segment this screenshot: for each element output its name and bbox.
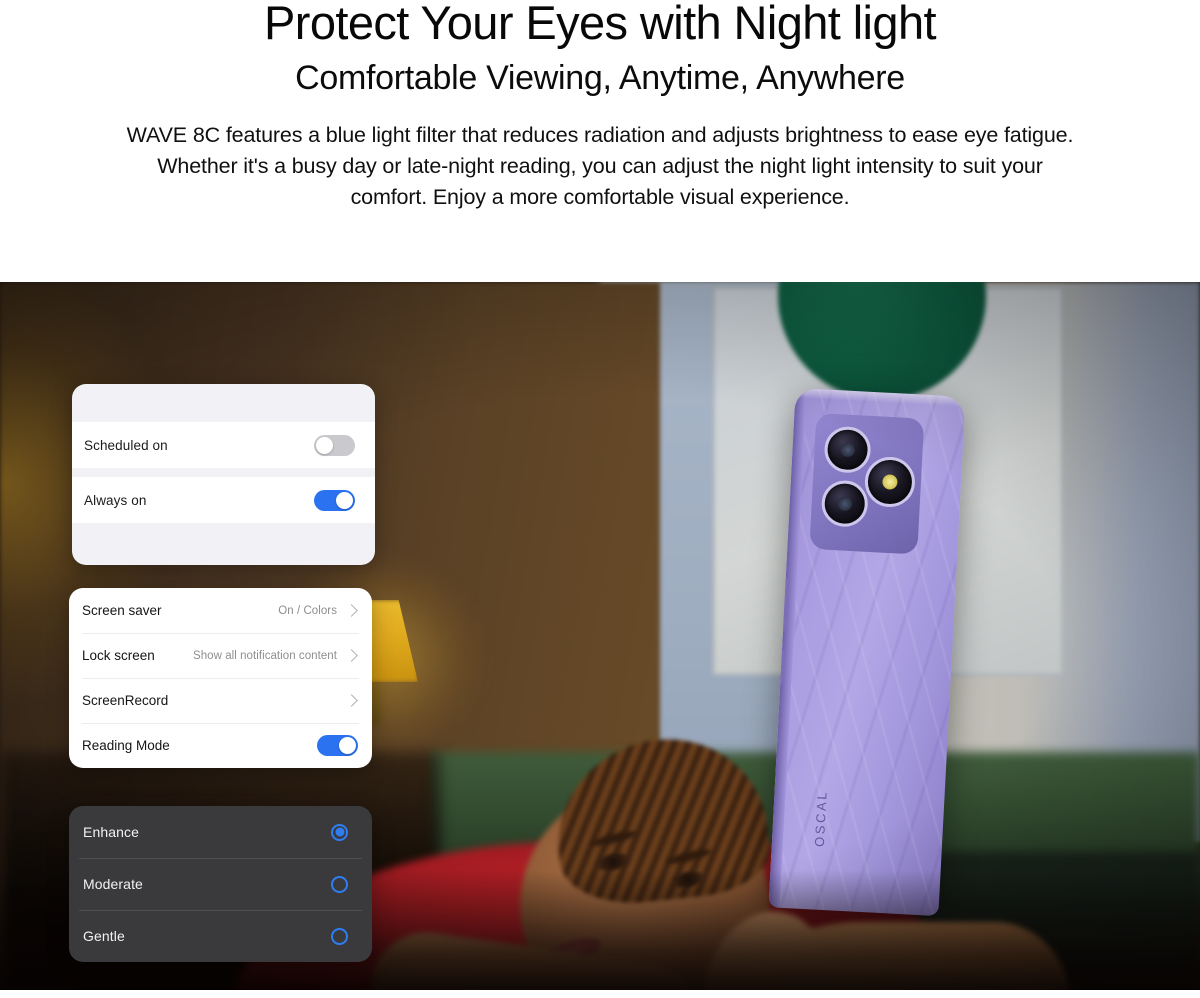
- label-reading-mode: Reading Mode: [82, 738, 170, 753]
- camera-flash-icon: [882, 474, 898, 490]
- toggle-knob: [336, 491, 353, 509]
- label-lock-screen: Lock screen: [82, 648, 155, 663]
- radio-moderate[interactable]: [331, 875, 348, 893]
- row-reading-mode[interactable]: Reading Mode: [69, 723, 372, 768]
- chevron-right-icon[interactable]: [345, 694, 358, 707]
- phone-device: OSCAL: [768, 387, 966, 917]
- phone-brand-label: OSCAL: [811, 789, 830, 848]
- row-screen-record[interactable]: ScreenRecord: [69, 678, 372, 723]
- card-row-gap: [72, 468, 375, 477]
- label-moderate: Moderate: [83, 876, 143, 892]
- toggle-knob: [316, 436, 333, 454]
- night-light-intensity-card: Enhance Moderate Gentle: [69, 806, 372, 962]
- page-subtitle: Comfortable Viewing, Anytime, Anywhere: [295, 59, 905, 97]
- row-screen-saver[interactable]: Screen saver On / Colors: [69, 588, 372, 633]
- page-root: Protect Your Eyes with Night light Comfo…: [0, 0, 1200, 998]
- page-title: Protect Your Eyes with Night light: [264, 0, 937, 49]
- night-light-toggle-card: Scheduled on Always on: [72, 384, 375, 565]
- chevron-right-icon[interactable]: [345, 649, 358, 662]
- lens-inner-1: [840, 442, 855, 457]
- display-settings-card: Screen saver On / Colors Lock screen Sho…: [69, 588, 372, 768]
- radio-gentle[interactable]: [331, 927, 348, 945]
- toggle-scheduled-on[interactable]: [314, 434, 355, 456]
- row-enhance[interactable]: Enhance: [69, 806, 372, 858]
- toggle-always-on[interactable]: [314, 489, 355, 511]
- label-screen-record: ScreenRecord: [82, 693, 169, 708]
- bottom-white-strip: [0, 990, 1200, 998]
- chevron-right-icon[interactable]: [345, 604, 358, 617]
- radio-enhance[interactable]: [331, 823, 348, 841]
- camera-lens-flash-ring-icon: [863, 455, 917, 509]
- toggle-reading-mode[interactable]: [317, 735, 358, 756]
- row-moderate[interactable]: Moderate: [69, 858, 372, 910]
- camera-lens-secondary-icon: [820, 479, 869, 528]
- row-gentle[interactable]: Gentle: [69, 910, 372, 962]
- value-lock-screen: Show all notification content: [192, 649, 337, 662]
- card-bottom-padding: [72, 523, 375, 565]
- header-text-block: Protect Your Eyes with Night light Comfo…: [0, 0, 1200, 282]
- label-scheduled-on: Scheduled on: [84, 437, 168, 453]
- row-scheduled-on[interactable]: Scheduled on: [72, 422, 375, 468]
- row-always-on[interactable]: Always on: [72, 477, 375, 523]
- camera-module: [809, 413, 925, 555]
- lens-inner-2: [837, 496, 852, 511]
- camera-lens-main-icon: [823, 425, 872, 474]
- label-enhance: Enhance: [83, 824, 139, 840]
- row-lock-screen[interactable]: Lock screen Show all notification conten…: [69, 633, 372, 678]
- label-always-on: Always on: [84, 492, 147, 508]
- label-screen-saver: Screen saver: [82, 603, 162, 618]
- toggle-knob: [339, 737, 356, 754]
- value-screen-saver: On / Colors: [278, 604, 337, 617]
- page-description: WAVE 8C features a blue light filter tha…: [126, 123, 1074, 209]
- label-gentle: Gentle: [83, 928, 125, 944]
- card-top-padding: [72, 384, 375, 422]
